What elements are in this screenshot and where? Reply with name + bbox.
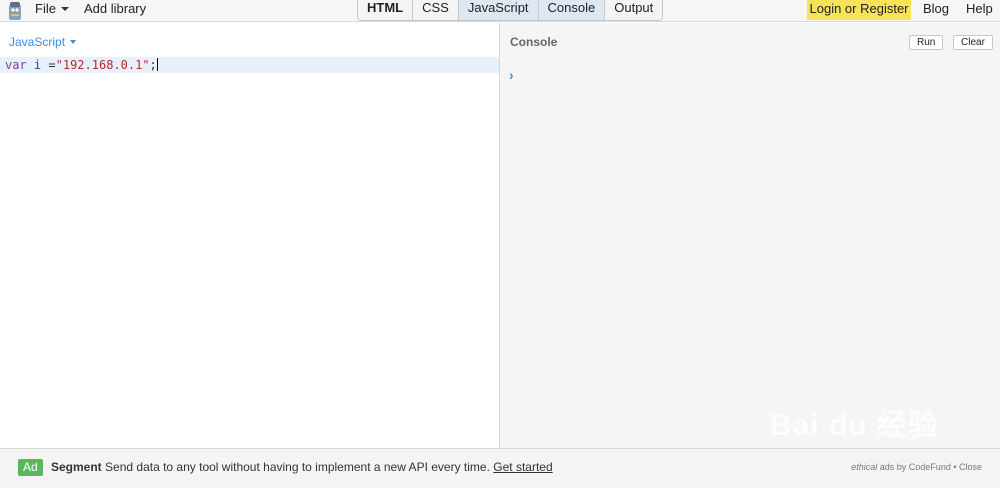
- run-button[interactable]: Run: [909, 35, 944, 50]
- console-title: Console: [510, 35, 558, 49]
- file-menu[interactable]: File: [35, 0, 69, 22]
- jsbin-logo-icon[interactable]: [7, 2, 23, 21]
- tab-output[interactable]: Output: [605, 0, 663, 20]
- ad-bar: Ad Segment Send data to any tool without…: [0, 448, 1000, 488]
- code-operator: =: [48, 58, 56, 72]
- code-identifier: i: [33, 58, 42, 72]
- tab-css[interactable]: CSS: [413, 0, 459, 20]
- tab-javascript[interactable]: JavaScript: [458, 0, 539, 20]
- ad-brand[interactable]: Segment: [51, 460, 102, 474]
- ad-badge: Ad: [18, 459, 43, 476]
- ad-get-started-link[interactable]: Get started: [493, 460, 552, 474]
- tab-html[interactable]: HTML: [358, 0, 414, 20]
- ad-credit: ethical ads by CodeFund • Close: [851, 462, 982, 472]
- clear-button[interactable]: Clear: [953, 35, 993, 50]
- ad-credit-ethical[interactable]: ethical: [851, 462, 877, 472]
- top-bar: File Add library HTML CSS JavaScript Con…: [0, 0, 1000, 22]
- help-link[interactable]: Help: [966, 0, 993, 17]
- add-library-menu[interactable]: Add library: [84, 0, 146, 22]
- code-string: "192.168.0.1": [55, 58, 150, 72]
- ad-text: Segment Send data to any tool without ha…: [51, 460, 553, 474]
- console-prompt-icon[interactable]: ›: [509, 67, 514, 83]
- language-selector[interactable]: JavaScript: [9, 35, 77, 49]
- file-menu-label: File: [35, 1, 56, 16]
- code-keyword: var: [5, 58, 27, 72]
- ad-credit-text[interactable]: ads by CodeFund: [880, 462, 951, 472]
- ad-message: Send data to any tool without having to …: [105, 460, 490, 474]
- chevron-down-icon: [60, 7, 69, 11]
- login-register-button[interactable]: Login or Register: [807, 0, 911, 20]
- tab-console[interactable]: Console: [538, 0, 606, 20]
- javascript-editor-panel[interactable]: JavaScript var i ="192.168.0.1";: [0, 23, 499, 448]
- code-line[interactable]: var i ="192.168.0.1";: [0, 57, 499, 73]
- console-panel[interactable]: Console Run Clear ›: [500, 23, 1000, 448]
- language-selector-label: JavaScript: [9, 35, 66, 49]
- chevron-down-icon: [70, 40, 77, 44]
- text-cursor: [156, 58, 158, 71]
- baidu-watermark: Bai du 经验: [770, 409, 940, 442]
- code-terminator: ;: [149, 58, 157, 72]
- ad-close-link[interactable]: Close: [959, 462, 982, 472]
- panel-tabs: HTML CSS JavaScript Console Output: [357, 0, 664, 21]
- blog-link[interactable]: Blog: [923, 0, 949, 17]
